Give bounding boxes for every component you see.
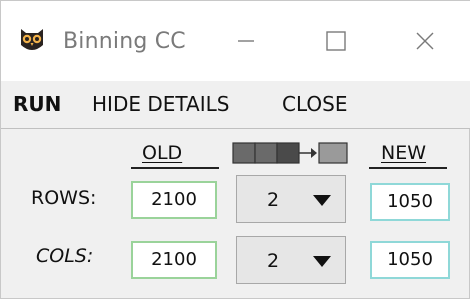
window-title: Binning CC [63, 29, 186, 54]
maximize-icon [326, 31, 346, 51]
menu-run[interactable]: RUN [13, 91, 61, 117]
chevron-down-icon [313, 195, 331, 206]
owl-icon [21, 29, 43, 50]
binning-window: Binning CC RUN HIDE DETAILS CLOSE OLD NE… [0, 0, 470, 299]
pixel-binning-icon [232, 142, 348, 164]
minimize-button[interactable] [222, 21, 270, 61]
rows-bin-factor-value: 2 [267, 189, 280, 211]
menu-close[interactable]: CLOSE [282, 91, 347, 117]
old-header-underline [131, 167, 219, 169]
maximize-button[interactable] [312, 21, 360, 61]
close-window-button[interactable] [401, 21, 449, 61]
rows-label: ROWS: [31, 187, 97, 209]
title-bar[interactable]: Binning CC [1, 1, 470, 81]
old-rows-field[interactable]: 2100 [131, 181, 217, 219]
old-cols-field[interactable]: 2100 [131, 241, 217, 279]
cols-label: COLS: [36, 245, 94, 267]
menu-bar: RUN HIDE DETAILS CLOSE [1, 81, 470, 129]
cols-bin-factor-dropdown[interactable]: 2 [236, 236, 346, 284]
cols-bin-factor-value: 2 [267, 250, 280, 272]
menu-hide-details[interactable]: HIDE DETAILS [92, 91, 229, 117]
rows-bin-factor-dropdown[interactable]: 2 [236, 175, 346, 223]
chevron-down-icon [313, 256, 331, 267]
menu-divider [1, 128, 470, 129]
new-header-underline [369, 167, 447, 169]
old-column-header: OLD [142, 142, 183, 164]
close-icon [416, 32, 434, 50]
minimize-icon [238, 40, 254, 42]
new-cols-field[interactable]: 1050 [370, 241, 450, 279]
new-column-header: NEW [381, 142, 427, 164]
new-rows-field[interactable]: 1050 [370, 183, 450, 221]
